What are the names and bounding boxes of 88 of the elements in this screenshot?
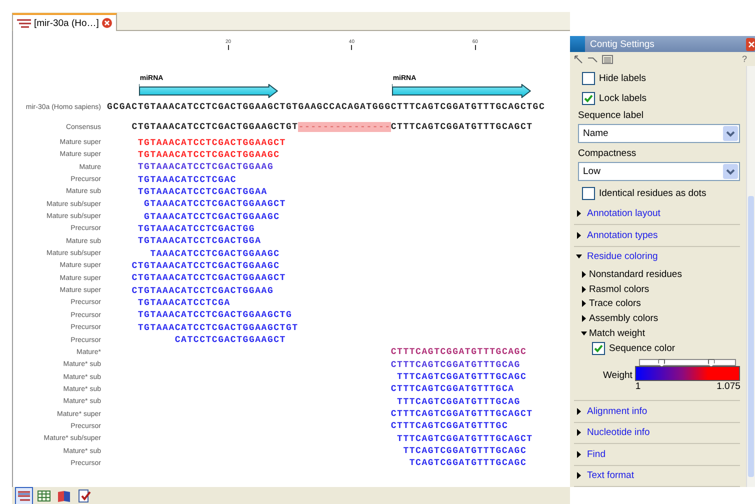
- collapsed-triangle-icon[interactable]: [576, 210, 582, 218]
- read-sequence: CTGTAAACATCCTCGACTGGAAG: [132, 286, 274, 296]
- field-label: Sequence label: [578, 110, 644, 122]
- gap-region: ---------------: [298, 122, 391, 132]
- reference-sequence: GCGACTGTAAACATCCTCGACTGGAAGCTGTGAAGCCACAGATGGGCTTTCAGTCGGATGTTTGCAGCTGC: [107, 102, 546, 112]
- min-value: 1: [635, 381, 641, 392]
- subsection-header[interactable]: Trace colors: [589, 298, 641, 310]
- read-sequence: CATCCTCGACTGGAAGCT: [174, 335, 286, 346]
- expanded-triangle-icon[interactable]: [576, 253, 582, 260]
- subsection-header[interactable]: Match weight: [589, 328, 645, 339]
- consensus-sequence: CTGTAAACATCCTCGACTGGAAGCTGT: [132, 122, 298, 132]
- collapsed-triangle-icon[interactable]: [581, 300, 587, 308]
- read-sequence: TTTCAGTCGGATGTTTGCAGC: [397, 372, 527, 382]
- collapsed-triangle-icon[interactable]: [576, 450, 582, 458]
- section-header[interactable]: Find: [587, 448, 606, 460]
- document-tab[interactable]: [mir-30a (Ho…]: [12, 13, 117, 31]
- read-sequence: TTCAGTCGGATGTTTGCAGC: [403, 446, 527, 456]
- sequence-view-icon[interactable]: [16, 488, 32, 504]
- collapsed-triangle-icon[interactable]: [581, 286, 587, 293]
- consensus-sequence: CTTTCAGTCGGATGTTTGCAGCT: [390, 122, 533, 132]
- alignment-icon: [17, 18, 31, 28]
- ruler-tick: [228, 45, 229, 50]
- read-sequence: GTAAACATCCTCGACTGGAAGCT: [144, 199, 286, 210]
- slider-handle[interactable]: [708, 359, 715, 368]
- read-sequence: TCAGTCGGATGTTTGCAGC: [409, 458, 527, 468]
- ruler-tick: [351, 45, 352, 50]
- read-sequence: TGTAAACATCCTCGA: [138, 298, 230, 308]
- subsection-header[interactable]: Nonstandard residues: [589, 268, 682, 280]
- expand-arrows-icon[interactable]: [574, 54, 583, 64]
- read-sequence: CTGTAAACATCCTCGACTGGAAGCT: [132, 273, 286, 284]
- checkbox[interactable]: [592, 342, 605, 356]
- section-header[interactable]: Annotation types: [587, 230, 658, 241]
- section-header[interactable]: Annotation layout: [587, 208, 660, 220]
- ruler-tick: [474, 45, 476, 50]
- read-sequence: TGTAAACATCCTCGACTGGAAGCTGT: [138, 322, 298, 333]
- collapsed-triangle-icon[interactable]: [581, 270, 587, 278]
- read-sequence: CTTTCAGTCGGATGTTTGC: [390, 421, 508, 432]
- read-sequence: GTAAACATCCTCGACTGGAAGC: [144, 212, 280, 222]
- section-header[interactable]: Text format: [587, 470, 634, 482]
- read-sequence: TGTAAACATCCTCGACTGGAAGCTG: [138, 310, 292, 320]
- read-sequence: TGTAAACATCCTCGACTGGAA: [138, 186, 268, 197]
- read-sequence: TAAACATCCTCGACTGGAAGC: [150, 248, 280, 259]
- collapsed-triangle-icon[interactable]: [576, 429, 582, 436]
- checkbox-label: Sequence color: [609, 343, 676, 354]
- collapsed-triangle-icon[interactable]: [581, 314, 587, 322]
- read-sequence: TGTAAACATCCTCGACTGGA: [138, 236, 262, 246]
- section-header[interactable]: Alignment info: [587, 406, 648, 417]
- slider-handle[interactable]: [658, 359, 666, 368]
- expanded-triangle-icon[interactable]: [581, 330, 587, 337]
- read-sequence: TGTAAACATCCTCGACTGGAAG: [138, 162, 274, 172]
- read-sequence: TGTAAACATCCTCGACTGG: [138, 224, 256, 234]
- read-sequence: CTTTCAGTCGGATGTTTGCAGCT: [390, 409, 533, 420]
- close-icon[interactable]: [746, 38, 755, 50]
- max-value: 1.075: [716, 381, 740, 392]
- panel-title: Contig Settings: [590, 38, 656, 50]
- read-sequence: CTTTCAGTCGGATGTTTGCAGC: [390, 347, 527, 358]
- table-icon[interactable]: [36, 488, 52, 504]
- settings-list-icon[interactable]: [602, 54, 613, 64]
- checkbox-label: Identical residues as dots: [599, 188, 706, 200]
- checkbox[interactable]: [582, 92, 595, 105]
- section-header[interactable]: Residue coloring: [587, 251, 658, 262]
- read-sequence: TGTAAACATCCTCGACTGGAAGCT: [138, 138, 286, 148]
- read-sequence: TGTAAACATCCTCGAC: [138, 174, 237, 185]
- subsection-header[interactable]: Assembly colors: [589, 312, 658, 324]
- section-header[interactable]: Nucleotide info: [587, 427, 650, 438]
- collapsed-triangle-icon[interactable]: [576, 472, 582, 480]
- checklist-icon[interactable]: [76, 488, 92, 504]
- help-button[interactable]: ?: [742, 54, 751, 64]
- read-sequence: TTTCAGTCGGATGTTTGCAG: [397, 396, 520, 407]
- read-sequence: CTGTAAACATCCTCGACTGGAAGC: [132, 260, 280, 271]
- field-label: Compactness: [578, 148, 638, 160]
- read-sequence: TGTAAACATCCTCGACTGGAAGC: [138, 150, 280, 160]
- collapsed-triangle-icon[interactable]: [576, 408, 582, 415]
- weight-range-slider[interactable]: [639, 359, 736, 366]
- dropdown[interactable]: Name: [578, 124, 740, 144]
- dropdown[interactable]: Low: [578, 162, 740, 182]
- collapsed-triangle-icon[interactable]: [576, 232, 582, 239]
- close-icon[interactable]: [102, 18, 112, 28]
- checkbox[interactable]: [582, 187, 595, 200]
- checkbox-label: Hide labels: [599, 73, 646, 84]
- weight-label: Weight: [603, 370, 632, 382]
- read-sequence: TTTCAGTCGGATGTTTGCAGCT: [397, 434, 533, 444]
- checkbox[interactable]: [582, 72, 595, 86]
- checkbox-label: Lock labels: [599, 92, 647, 104]
- subsection-header[interactable]: Rasmol colors: [589, 284, 650, 295]
- vertical-scrollbar[interactable]: [746, 66, 755, 487]
- read-sequence: CTTTCAGTCGGATGTTTGCA: [390, 384, 514, 394]
- read-sequence: CTTTCAGTCGGATGTTTGCAG: [390, 360, 520, 370]
